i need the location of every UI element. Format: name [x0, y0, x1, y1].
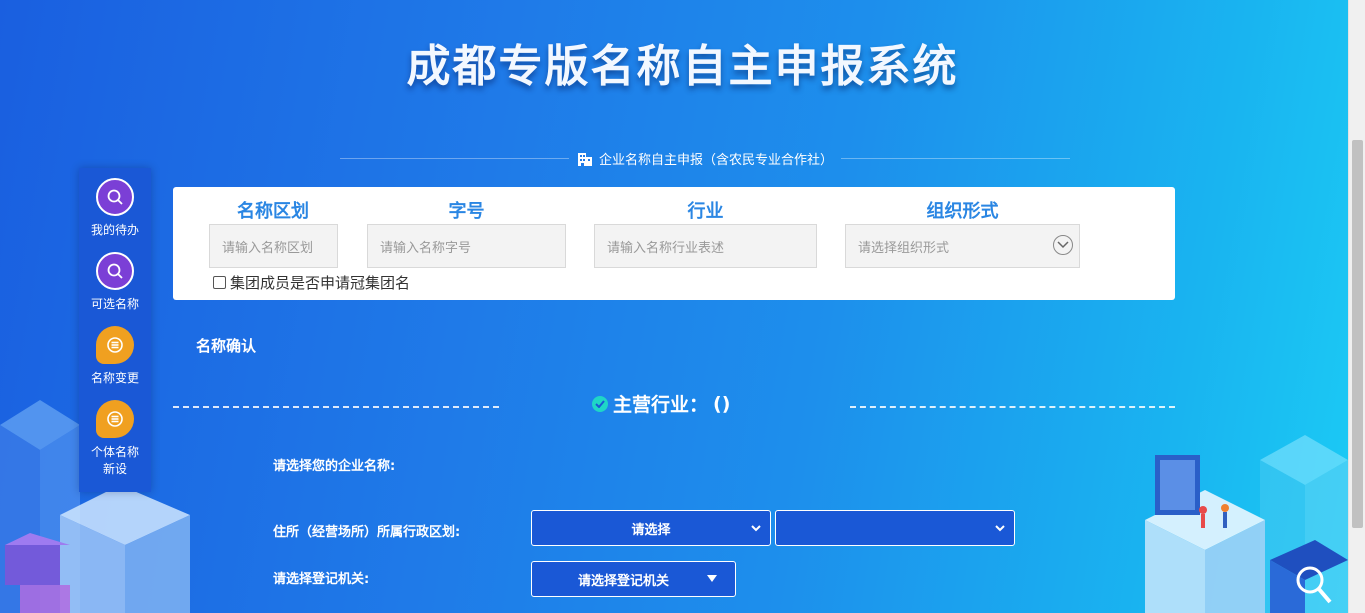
trade-name-label: 字号	[448, 201, 485, 222]
caret-down-icon	[707, 575, 717, 582]
main-industry-heading: 主营行业： ()	[592, 390, 730, 417]
search-icon	[107, 263, 123, 279]
name-confirm-heading: 名称确认	[196, 337, 257, 355]
district-select-secondary[interactable]	[775, 510, 1015, 546]
sidebar-item-label: 我的待办	[90, 223, 139, 237]
org-form-select[interactable]: 请选择组织形式	[845, 224, 1080, 268]
subtitle-text: 企业名称自主申报（含农民专业合作社）	[599, 152, 834, 168]
org-form-label: 组织形式	[926, 201, 999, 222]
page-title: 成都专版名称自主申报系统	[406, 41, 959, 92]
building-icon	[578, 152, 592, 166]
sidebar-item-label: 名称变更	[90, 371, 139, 385]
scrollbar-thumb[interactable]	[1352, 140, 1363, 528]
sidebar-item-label: 可选名称	[90, 297, 139, 311]
org-form-placeholder: 请选择组织形式	[858, 240, 950, 256]
list-icon	[107, 411, 123, 427]
region-input[interactable]: 请输入名称区划	[209, 224, 338, 268]
sidebar-item-available-names[interactable]: 可选名称	[79, 252, 151, 313]
decorative-illustration-right	[1145, 435, 1348, 613]
authority-label: 请选择登记机关:	[273, 572, 370, 587]
search-icon	[107, 189, 123, 205]
divider	[850, 406, 1175, 408]
trade-name-input[interactable]: 请输入名称字号	[367, 224, 566, 268]
district-select-primary-value: 请选择	[631, 522, 671, 538]
main-industry-value: ()	[713, 392, 731, 415]
section-subtitle: 企业名称自主申报（含农民专业合作社）	[340, 147, 1071, 169]
group-name-checkbox[interactable]	[213, 276, 226, 289]
sidebar-item-label: 个体名称新设	[90, 445, 139, 476]
name-input-card: 名称区划 字号 行业 组织形式 请输入名称区划 请输入名称字号 请输入名称行业表…	[173, 187, 1175, 300]
side-navigation: 我的待办 可选名称 名称变更 个体名称新设	[79, 168, 151, 492]
choose-name-label: 请选择您的企业名称:	[273, 459, 396, 474]
divider	[340, 157, 569, 159]
list-icon	[107, 337, 123, 353]
sidebar-item-my-todo[interactable]: 我的待办	[79, 178, 151, 239]
sidebar-item-name-change[interactable]: 名称变更	[79, 326, 151, 387]
chevron-down-icon	[751, 525, 761, 532]
sidebar-item-individual-new[interactable]: 个体名称新设	[79, 400, 151, 478]
check-circle-icon	[592, 395, 608, 412]
district-label: 住所（经营场所）所属行政区划:	[273, 525, 461, 540]
industry-input[interactable]: 请输入名称行业表述	[594, 224, 817, 268]
authority-select[interactable]: 请选择登记机关	[531, 561, 736, 597]
chevron-down-icon	[1053, 235, 1073, 255]
vertical-scrollbar[interactable]	[1348, 0, 1365, 613]
divider	[841, 157, 1071, 159]
district-select-primary[interactable]: 请选择	[531, 510, 771, 546]
group-name-checkbox-label: 集团成员是否申请冠集团名	[230, 274, 411, 292]
authority-select-value: 请选择登记机关	[577, 573, 669, 589]
region-label: 名称区划	[237, 201, 309, 222]
main-industry-label: 主营行业：	[613, 394, 709, 416]
group-member-option: 集团成员是否申请冠集团名	[213, 272, 410, 293]
chevron-down-icon	[995, 525, 1005, 532]
divider	[173, 406, 499, 408]
industry-label: 行业	[687, 201, 724, 222]
